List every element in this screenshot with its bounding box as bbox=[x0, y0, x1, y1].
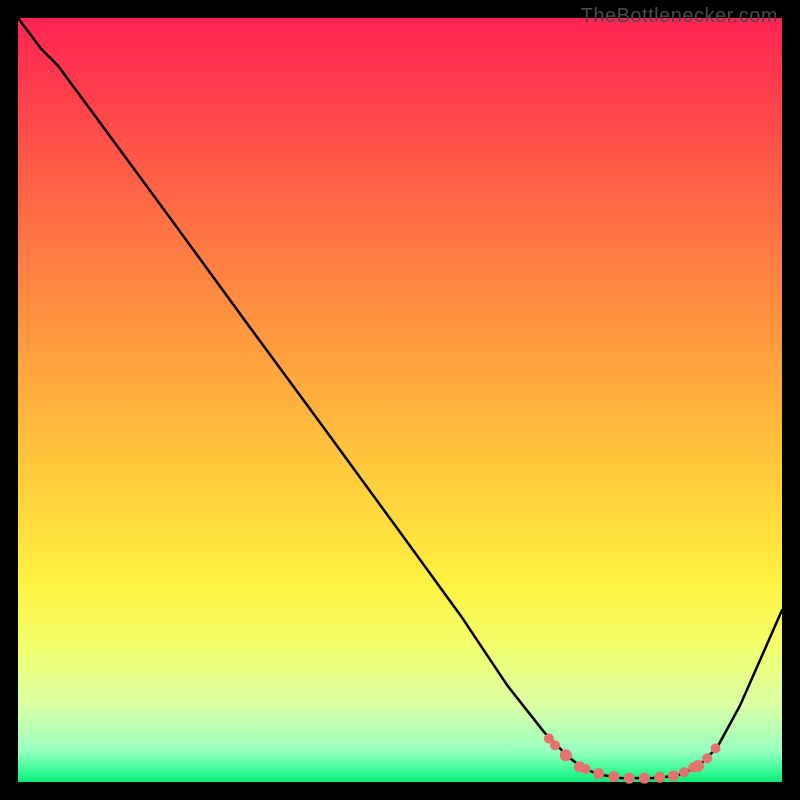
basin-marker-dot bbox=[550, 740, 560, 750]
basin-marker-dot bbox=[702, 753, 712, 763]
bottleneck-curve bbox=[18, 18, 782, 778]
plot-area bbox=[18, 18, 782, 782]
basin-marker-dot bbox=[711, 743, 721, 753]
watermark-text: TheBottlenecker.com bbox=[581, 5, 778, 28]
basin-marker-dot bbox=[593, 768, 604, 779]
curve-svg bbox=[18, 18, 782, 782]
basin-marker-dot bbox=[692, 760, 704, 772]
basin-marker-dot bbox=[581, 764, 591, 774]
chart-container: TheBottlenecker.com bbox=[0, 0, 800, 800]
basin-marker-dot bbox=[679, 767, 689, 777]
basin-marker-dot bbox=[608, 771, 619, 782]
basin-marker-dot bbox=[654, 772, 665, 783]
basin-markers bbox=[544, 733, 721, 783]
basin-marker-dot bbox=[668, 770, 679, 781]
basin-marker-dot bbox=[560, 749, 572, 761]
basin-marker-dot bbox=[639, 773, 650, 784]
basin-marker-dot bbox=[624, 773, 635, 784]
